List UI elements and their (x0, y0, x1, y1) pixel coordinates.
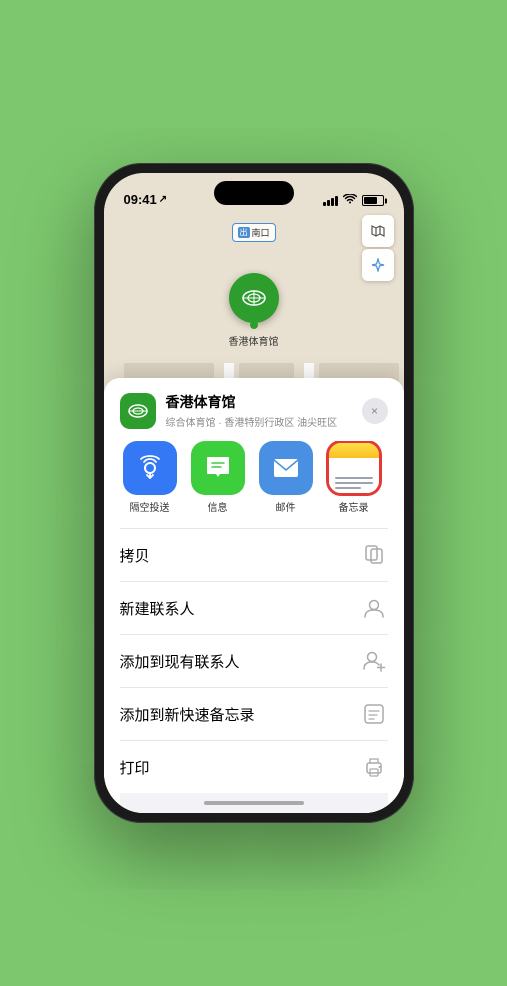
map-controls (362, 215, 394, 283)
venue-stadium-icon (127, 400, 149, 422)
airdrop-icon-wrap (123, 441, 177, 495)
copy-icon (360, 541, 388, 569)
map-type-button[interactable] (362, 215, 394, 247)
close-label: × (371, 404, 378, 418)
share-item-notes[interactable]: 备忘录 (324, 441, 384, 514)
action-row-new-contact[interactable]: 新建联系人 (120, 581, 388, 634)
compass-icon (371, 258, 385, 272)
add-contact-label: 添加到现有联系人 (120, 651, 240, 672)
person-svg-icon (363, 598, 385, 618)
venue-name: 香港体育馆 (166, 392, 338, 412)
battery-fill (364, 197, 378, 204)
action-row-copy[interactable]: 拷贝 (120, 528, 388, 581)
signal-bar-2 (327, 200, 330, 206)
phone-frame: 09:41 ↗ (94, 163, 414, 823)
venue-text: 香港体育馆 综合体育馆 · 香港特别行政区 油尖旺区 (166, 392, 338, 429)
venue-icon (120, 393, 156, 429)
location-arrow-icon: ↗ (159, 194, 167, 205)
copy-label: 拷贝 (120, 545, 150, 566)
message-icon-wrap (191, 441, 245, 495)
quick-note-label: 添加到新快速备忘录 (120, 704, 255, 725)
status-time: 09:41 ↗ (124, 192, 168, 207)
share-item-airdrop[interactable]: 隔空投送 (120, 441, 180, 514)
home-bar (204, 801, 304, 805)
stadium-icon (240, 284, 268, 312)
time-display: 09:41 (124, 192, 157, 207)
mail-label: 邮件 (276, 499, 296, 514)
action-row-add-contact[interactable]: 添加到现有联系人 (120, 634, 388, 687)
share-row: 隔空投送 信息 (120, 441, 388, 514)
message-label: 信息 (208, 499, 228, 514)
add-contact-icon (360, 647, 388, 675)
action-row-quick-note[interactable]: 添加到新快速备忘录 (120, 687, 388, 740)
exit-tag: 出 (237, 227, 249, 238)
venue-desc: 综合体育馆 · 香港特别行政区 油尖旺区 (166, 414, 338, 429)
mail-icon-wrap (259, 441, 313, 495)
share-item-message[interactable]: 信息 (188, 441, 248, 514)
print-label: 打印 (120, 757, 150, 778)
airdrop-icon (136, 454, 164, 482)
phone-screen: 09:41 ↗ (104, 173, 404, 813)
map-icon (370, 223, 386, 239)
sheet-header: 香港体育馆 综合体育馆 · 香港特别行政区 油尖旺区 × (120, 392, 388, 429)
new-contact-icon (360, 594, 388, 622)
status-icons (323, 194, 384, 207)
location-button[interactable] (362, 249, 394, 281)
close-button[interactable]: × (362, 398, 388, 424)
share-item-mail[interactable]: 邮件 (256, 441, 316, 514)
print-icon (360, 753, 388, 781)
notes-line-1 (335, 477, 373, 479)
stadium-pin[interactable]: 香港体育馆 (229, 273, 279, 348)
message-icon (204, 455, 232, 481)
wifi-icon (343, 194, 357, 207)
signal-bar-1 (323, 202, 326, 206)
notes-label: 备忘录 (339, 499, 369, 514)
new-contact-label: 新建联系人 (120, 598, 195, 619)
battery-icon (362, 195, 384, 206)
signal-bar-4 (335, 196, 338, 206)
notes-line-3 (335, 487, 362, 489)
pin-icon (229, 273, 279, 323)
notes-icon (329, 443, 379, 493)
note-svg-icon (363, 703, 385, 725)
quick-note-icon (360, 700, 388, 728)
signal-bar-3 (331, 198, 334, 206)
dynamic-island (214, 181, 294, 205)
notes-line-2 (335, 482, 373, 484)
airdrop-label: 隔空投送 (130, 499, 170, 514)
map-exit-label: 出 南口 (231, 223, 275, 242)
bottom-sheet: 香港体育馆 综合体育馆 · 香港特别行政区 油尖旺区 × (104, 378, 404, 813)
person-add-svg-icon (362, 650, 386, 672)
print-svg-icon (363, 757, 385, 777)
mail-icon (272, 457, 300, 479)
pin-label: 香港体育馆 (229, 333, 279, 348)
home-indicator (120, 793, 388, 813)
venue-info: 香港体育馆 综合体育馆 · 香港特别行政区 油尖旺区 (120, 392, 338, 429)
exit-name: 南口 (251, 226, 269, 239)
signal-bars (323, 196, 338, 206)
copy-svg-icon (364, 544, 384, 566)
action-row-print[interactable]: 打印 (120, 740, 388, 793)
notes-icon-wrap (327, 441, 381, 495)
